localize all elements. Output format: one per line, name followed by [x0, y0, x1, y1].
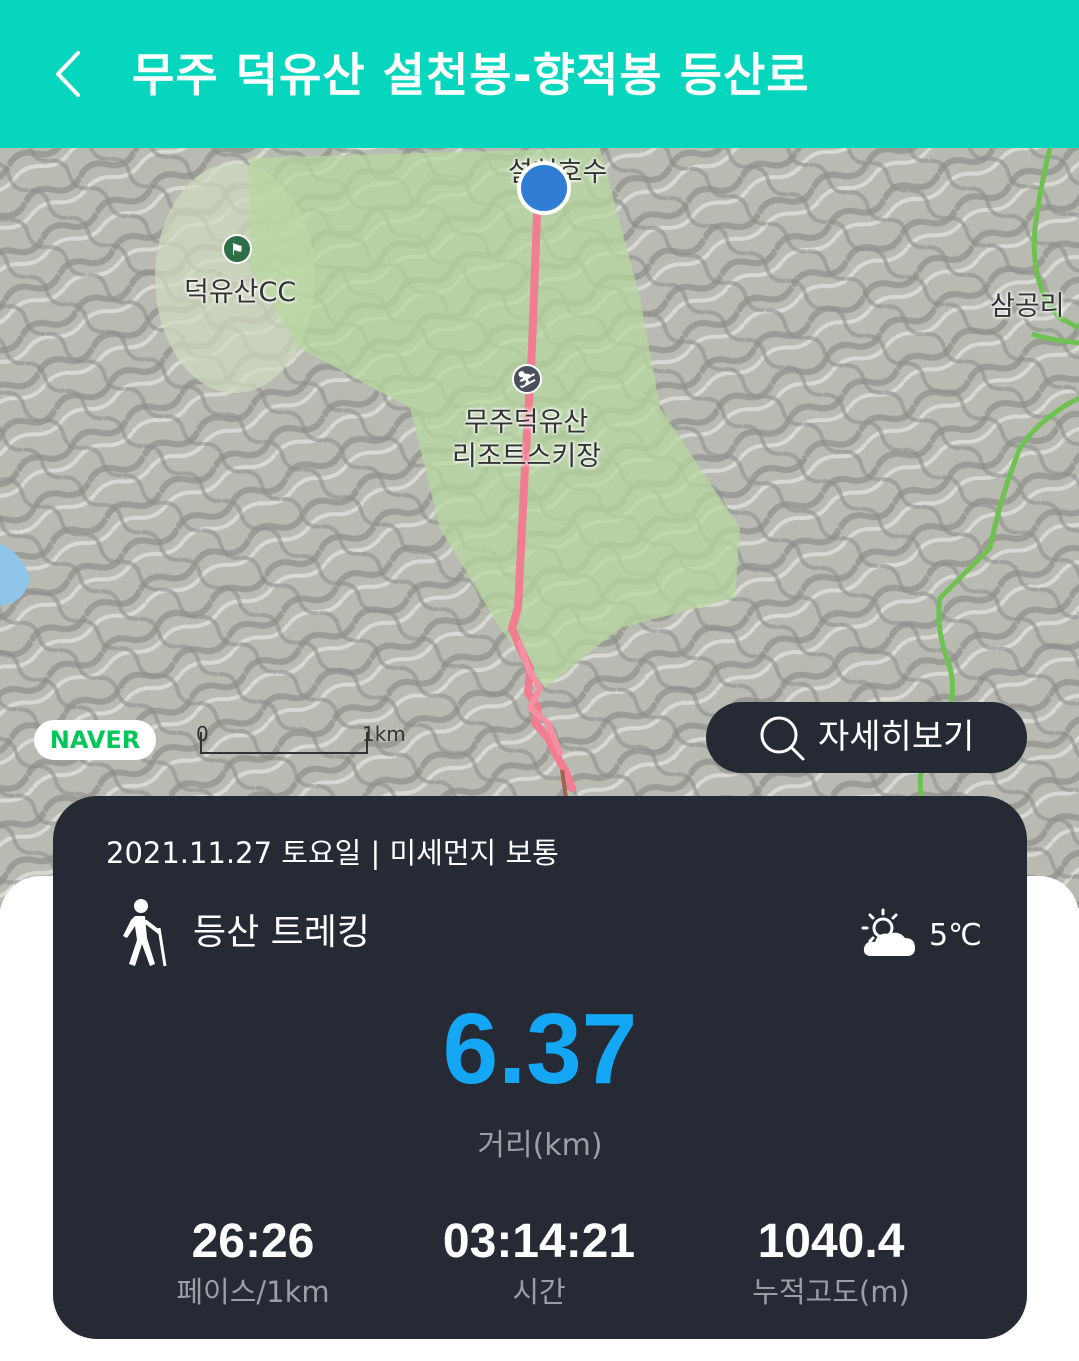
time-label: 시간 — [512, 1275, 566, 1309]
activity-summary-card: 2021.11.27 토요일 | 미세먼지 보통 등산 트레킹 5℃ 6.37 … — [53, 796, 1027, 1339]
search-icon — [760, 716, 805, 761]
back-button[interactable] — [38, 44, 98, 104]
chevron-left-icon — [56, 51, 80, 97]
golf-course-label: 덕유산CC — [184, 277, 297, 308]
naver-logo: NAVER — [34, 720, 156, 760]
elevation-value: 1040.4 — [757, 1215, 905, 1268]
golf-course-icon: ⚑ — [222, 234, 252, 264]
page-title: 무주 덕유산 설천봉-향적봉 등산로 — [132, 48, 810, 102]
scale-distance-label: 1km — [362, 722, 406, 746]
route-map[interactable]: 설천호수 ⚑ 덕유산CC ⛷ 무주덕유산 리조트스키장 삼공리 — [0, 148, 1079, 908]
start-marker-icon[interactable] — [516, 160, 572, 216]
app-header: 무주 덕유산 설천봉-향적봉 등산로 — [0, 0, 1079, 148]
distance-value: 6.37 — [442, 993, 638, 1105]
elevation-stat: 1040.4 누적고도(m) — [681, 1212, 981, 1312]
village-label: 삼공리 — [990, 291, 1065, 322]
hiker-icon — [123, 899, 167, 967]
pace-label: 페이스/1km — [176, 1275, 330, 1309]
scale-zero-label: 0 — [196, 722, 209, 746]
distance-label: 거리(km) — [477, 1128, 603, 1163]
pace-stat: 26:26 페이스/1km — [103, 1212, 403, 1312]
view-details-button[interactable]: 자세히보기 — [706, 702, 1027, 773]
terrain-background — [0, 148, 1079, 908]
temperature: 5℃ — [929, 918, 982, 953]
pace-value: 26:26 — [191, 1215, 315, 1268]
map-scale-bar: 0 1km — [196, 720, 426, 760]
date-air-quality: 2021.11.27 토요일 | 미세먼지 보통 — [106, 836, 559, 870]
scale-line — [200, 732, 368, 754]
view-details-label: 자세히보기 — [818, 717, 975, 757]
ski-resort-label-line2: 리조트스키장 — [452, 441, 602, 472]
partly-cloudy-icon — [861, 908, 915, 956]
elevation-label: 누적고도(m) — [752, 1275, 910, 1309]
ski-resort-icon: ⛷ — [512, 364, 542, 394]
activity-type-label: 등산 트레킹 — [193, 912, 371, 953]
time-stat: 03:14:21 시간 — [389, 1212, 689, 1312]
time-value: 03:14:21 — [442, 1215, 636, 1268]
